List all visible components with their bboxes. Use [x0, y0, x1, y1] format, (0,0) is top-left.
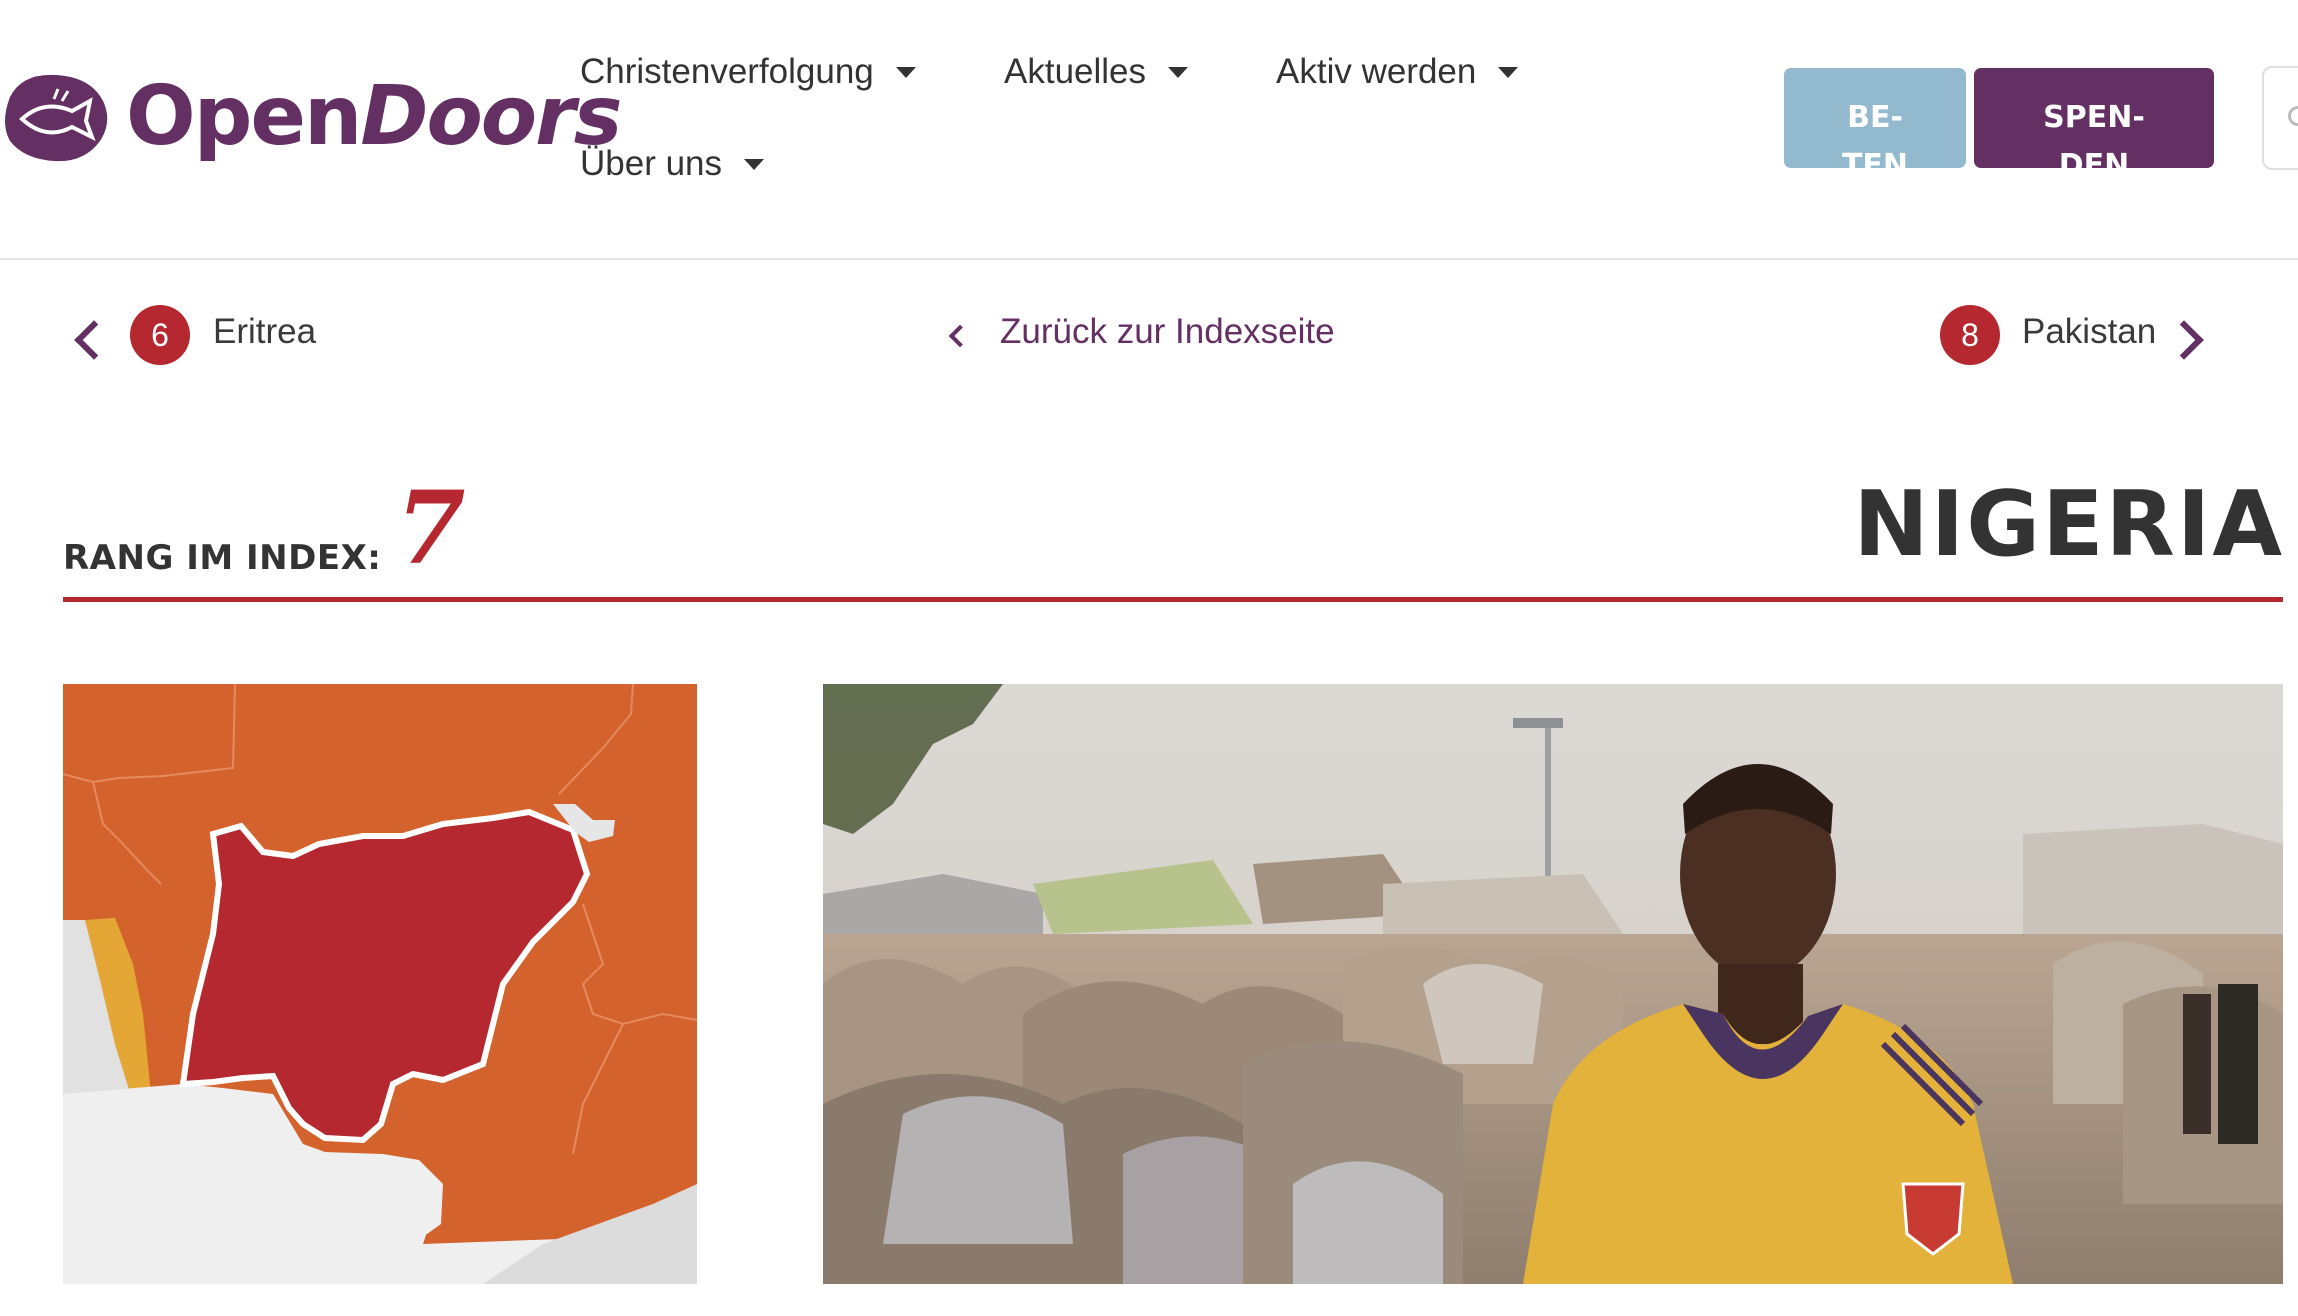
- chevron-left-icon[interactable]: [74, 320, 114, 360]
- next-country-link[interactable]: Pakistan: [2022, 312, 2156, 352]
- rank-label: RANG IM INDEX:: [63, 538, 382, 578]
- fish-logo-icon: [5, 74, 108, 162]
- caret-down-icon: [1498, 66, 1519, 78]
- prev-country-link[interactable]: Eritrea: [213, 312, 316, 352]
- search-button[interactable]: [2262, 66, 2298, 170]
- back-to-index-link[interactable]: Zurück zur Indexseite: [1000, 312, 1335, 352]
- logo-wordmark: OpenDoors: [126, 69, 622, 164]
- search-icon: [2288, 106, 2298, 126]
- open-doors-logo[interactable]: OpenDoors: [0, 62, 622, 172]
- rank-number: 7: [396, 469, 466, 587]
- site-header: OpenDoors Christenverfolgung Aktuelles A…: [0, 0, 2298, 260]
- country-map: [63, 684, 697, 1284]
- nav-ueber-uns[interactable]: Über uns: [580, 144, 765, 184]
- next-rank-badge: 8: [1940, 305, 2000, 365]
- title-divider: [63, 597, 2283, 602]
- country-pager: 6 Eritrea Zurück zur Indexseite 8 Pakist…: [0, 300, 2298, 370]
- prev-rank-badge: 6: [130, 305, 190, 365]
- nav-aktuelles[interactable]: Aktuelles: [1004, 52, 1189, 92]
- pray-button[interactable]: BE- TEN: [1784, 68, 1966, 168]
- caret-down-icon: [1168, 66, 1189, 78]
- caret-down-icon: [895, 66, 916, 78]
- nav-christenverfolgung[interactable]: Christenverfolgung: [580, 52, 916, 92]
- caret-down-icon: [744, 158, 765, 170]
- country-title: NIGERIA: [1853, 472, 2284, 577]
- donate-button[interactable]: SPEN- DEN: [1974, 68, 2214, 168]
- nav-aktiv-werden[interactable]: Aktiv werden: [1276, 52, 1519, 92]
- chevron-left-icon[interactable]: [948, 324, 972, 348]
- country-photo: [823, 684, 2283, 1284]
- chevron-right-icon[interactable]: [2164, 320, 2204, 360]
